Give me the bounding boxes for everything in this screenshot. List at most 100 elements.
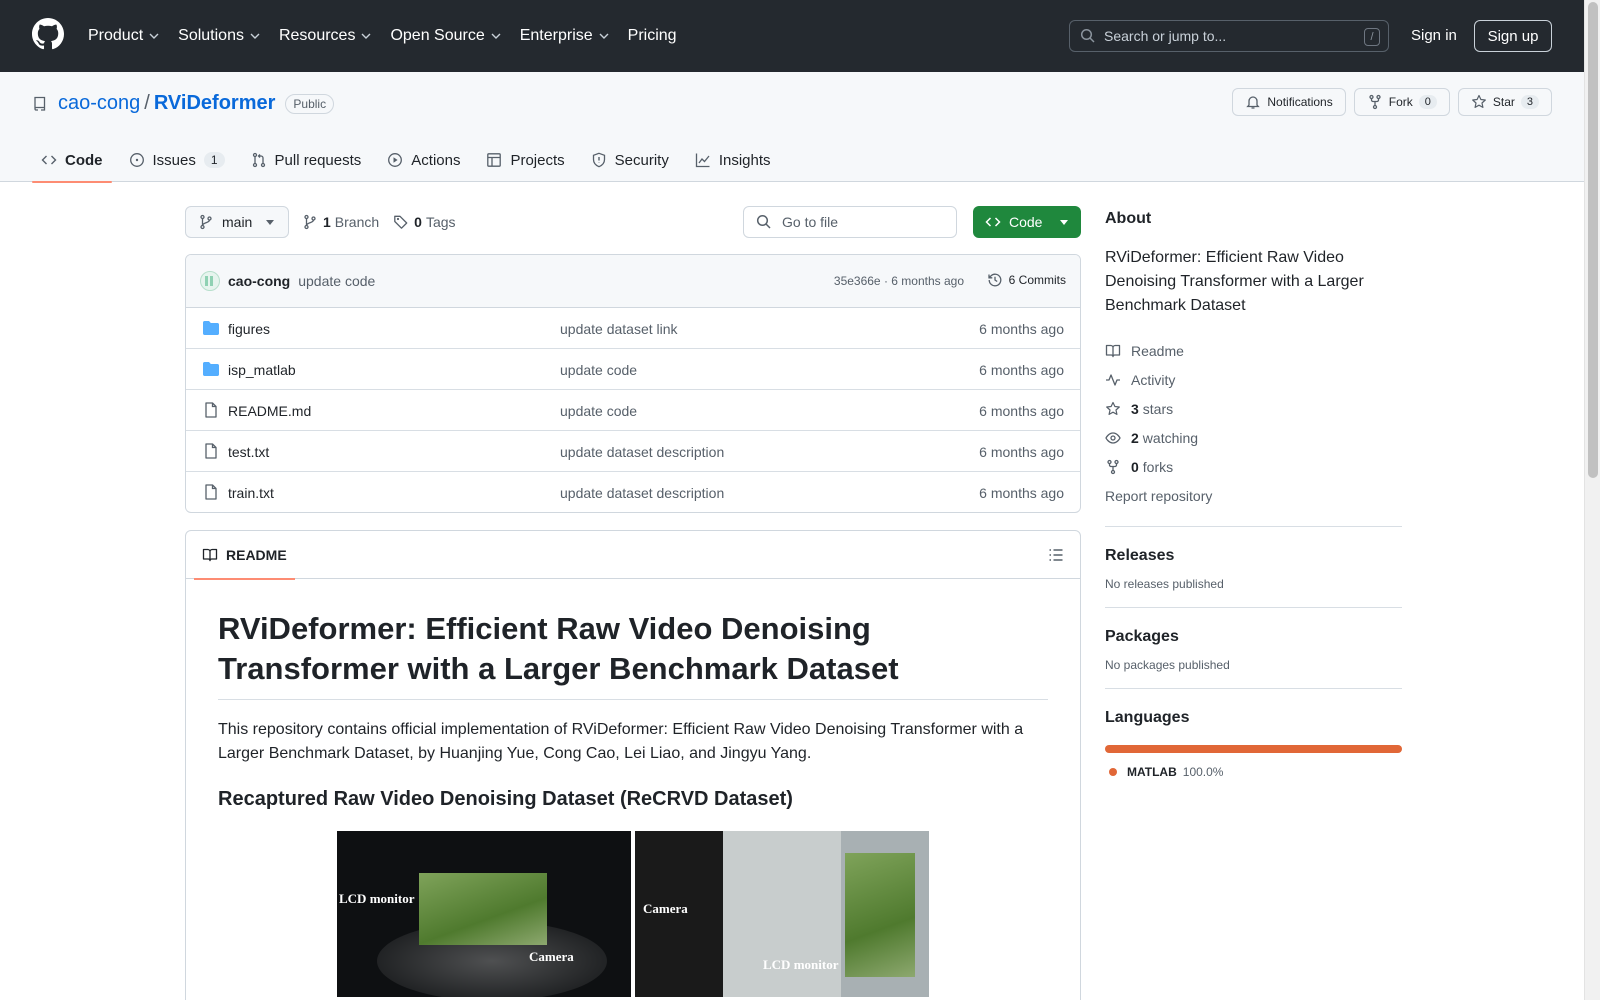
- nav-solutions[interactable]: Solutions: [178, 27, 261, 45]
- photo-label-lcd-monitor: LCD monitor: [339, 891, 415, 906]
- scrollbar-thumb[interactable]: [1588, 2, 1598, 478]
- watching-link[interactable]: 2 watching: [1105, 423, 1402, 452]
- nav-resources[interactable]: Resources: [279, 27, 372, 45]
- repo-header: cao-cong / RViDeformer Public Notificati…: [0, 72, 1600, 183]
- file-commit-message-link[interactable]: update dataset link: [560, 321, 678, 337]
- sign-up-button[interactable]: Sign up: [1474, 20, 1552, 52]
- file-name-link[interactable]: test.txt: [228, 444, 269, 460]
- branch-select-button[interactable]: main: [185, 206, 289, 238]
- file-name-link[interactable]: README.md: [228, 403, 311, 419]
- readme-intro: This repository contains official implem…: [218, 721, 1024, 762]
- file-name-link[interactable]: isp_matlab: [228, 362, 296, 378]
- branches-link[interactable]: 1 Branch: [302, 214, 379, 230]
- latest-commit: cao-cong update code 35e366e · 6 months …: [186, 255, 1080, 308]
- tags-link[interactable]: 0 Tags: [393, 214, 456, 230]
- nav-open-source[interactable]: Open Source: [390, 27, 501, 45]
- search-shortcut-key: /: [1364, 28, 1380, 46]
- packages-empty-text: No packages published: [1105, 658, 1230, 672]
- star-count: 3: [1520, 95, 1539, 109]
- file-icon: [205, 484, 217, 500]
- nav-pricing[interactable]: Pricing: [628, 27, 677, 45]
- file-row[interactable]: test.txt update dataset description 6 mo…: [186, 431, 1080, 472]
- code-dropdown-button[interactable]: Code: [973, 206, 1081, 238]
- readme-tab[interactable]: README: [194, 531, 295, 580]
- file-commit-message-link[interactable]: update dataset description: [560, 485, 724, 501]
- releases-heading[interactable]: Releases: [1105, 547, 1402, 565]
- issue-icon: [129, 153, 144, 167]
- sidebar-divider: [1105, 607, 1402, 608]
- bell-icon: [1246, 96, 1261, 109]
- file-row[interactable]: train.txt update dataset description 6 m…: [186, 472, 1080, 512]
- readme-title: RViDeformer: Efficient Raw Video Denoisi…: [218, 609, 1048, 700]
- go-to-file-input[interactable]: Go to file: [743, 206, 957, 238]
- sign-in-link[interactable]: Sign in: [1411, 27, 1457, 44]
- pulse-icon: [1106, 373, 1120, 386]
- sidebar-divider: [1105, 688, 1402, 689]
- shield-icon: [592, 152, 605, 168]
- fork-button[interactable]: Fork 0: [1353, 88, 1450, 116]
- global-nav: Product Solutions Resources Open Source …: [88, 0, 695, 72]
- file-commit-message-link[interactable]: update code: [560, 403, 637, 419]
- tab-pull-requests[interactable]: Pull requests: [242, 138, 371, 182]
- packages-heading[interactable]: Packages: [1105, 628, 1402, 646]
- fork-count: 0: [1418, 95, 1437, 109]
- tab-projects[interactable]: Projects: [477, 138, 573, 182]
- search-icon: [1080, 28, 1095, 43]
- file-row[interactable]: isp_matlab update code 6 months ago: [186, 349, 1080, 390]
- language-item[interactable]: MATLAB 100.0%: [1105, 765, 1402, 779]
- language-color-dot: [1109, 768, 1117, 776]
- stars-link[interactable]: 3 stars: [1105, 394, 1402, 423]
- file-icon: [205, 402, 217, 418]
- file-commit-date: 6 months ago: [979, 321, 1064, 337]
- notifications-button[interactable]: Notifications: [1232, 88, 1346, 116]
- tab-issues[interactable]: Issues 1: [120, 138, 234, 182]
- repo-owner-link[interactable]: cao-cong: [58, 92, 140, 115]
- tab-code[interactable]: Code: [32, 138, 112, 183]
- photo-monitor-screen: [419, 873, 547, 945]
- commit-hash-time[interactable]: 35e366e · 6 months ago: [834, 274, 964, 288]
- chevron-down-icon: [149, 33, 159, 39]
- book-icon: [1105, 344, 1121, 357]
- play-icon: [388, 153, 403, 167]
- folder-icon: [203, 362, 219, 376]
- code-icon: [41, 155, 57, 165]
- repo-actions: Notifications Fork 0 Star 3: [1224, 88, 1552, 116]
- tab-security[interactable]: Security: [582, 138, 678, 182]
- commits-history-link[interactable]: 6 Commits: [987, 272, 1066, 288]
- caret-down-icon: [1060, 220, 1068, 225]
- repo-name-link[interactable]: RViDeformer: [154, 92, 276, 115]
- caret-down-icon: [266, 220, 274, 225]
- global-header: Product Solutions Resources Open Source …: [0, 0, 1600, 72]
- chevron-down-icon: [250, 33, 260, 39]
- list-outline-icon[interactable]: [1048, 547, 1064, 563]
- github-logo-icon[interactable]: [32, 18, 64, 50]
- file-commit-date: 6 months ago: [979, 485, 1064, 501]
- commit-author-link[interactable]: cao-cong: [228, 273, 290, 289]
- tab-actions[interactable]: Actions: [378, 138, 469, 182]
- readme-link[interactable]: Readme: [1105, 336, 1402, 365]
- search-input[interactable]: Search or jump to... /: [1069, 20, 1389, 52]
- nav-enterprise[interactable]: Enterprise: [520, 27, 610, 45]
- commit-message-link[interactable]: update code: [298, 273, 375, 289]
- forks-link[interactable]: 0 forks: [1105, 452, 1402, 481]
- repo-tabs: Code Issues 1 Pull requests Actions Proj…: [32, 138, 788, 183]
- star-button[interactable]: Star 3: [1457, 88, 1552, 116]
- nav-product[interactable]: Product: [88, 27, 160, 45]
- activity-link[interactable]: Activity: [1105, 365, 1402, 394]
- avatar[interactable]: [200, 271, 220, 291]
- file-name-link[interactable]: train.txt: [228, 485, 274, 501]
- search-placeholder: Search or jump to...: [1104, 28, 1227, 44]
- file-row[interactable]: figures update dataset link 6 months ago: [186, 308, 1080, 349]
- readme-panel: README RViDeformer: Efficient Raw Video …: [185, 530, 1081, 1000]
- file-name-link[interactable]: figures: [228, 321, 270, 337]
- file-commit-message-link[interactable]: update dataset description: [560, 444, 724, 460]
- report-repository-link[interactable]: Report repository: [1105, 481, 1402, 510]
- file-row[interactable]: README.md update code 6 months ago: [186, 390, 1080, 431]
- eye-icon: [1105, 431, 1121, 444]
- page-scrollbar[interactable]: [1584, 0, 1600, 1000]
- sidebar-divider: [1105, 526, 1402, 527]
- tab-insights[interactable]: Insights: [686, 138, 780, 182]
- file-commit-message-link[interactable]: update code: [560, 362, 637, 378]
- star-icon: [1471, 94, 1486, 108]
- star-icon: [1106, 401, 1120, 415]
